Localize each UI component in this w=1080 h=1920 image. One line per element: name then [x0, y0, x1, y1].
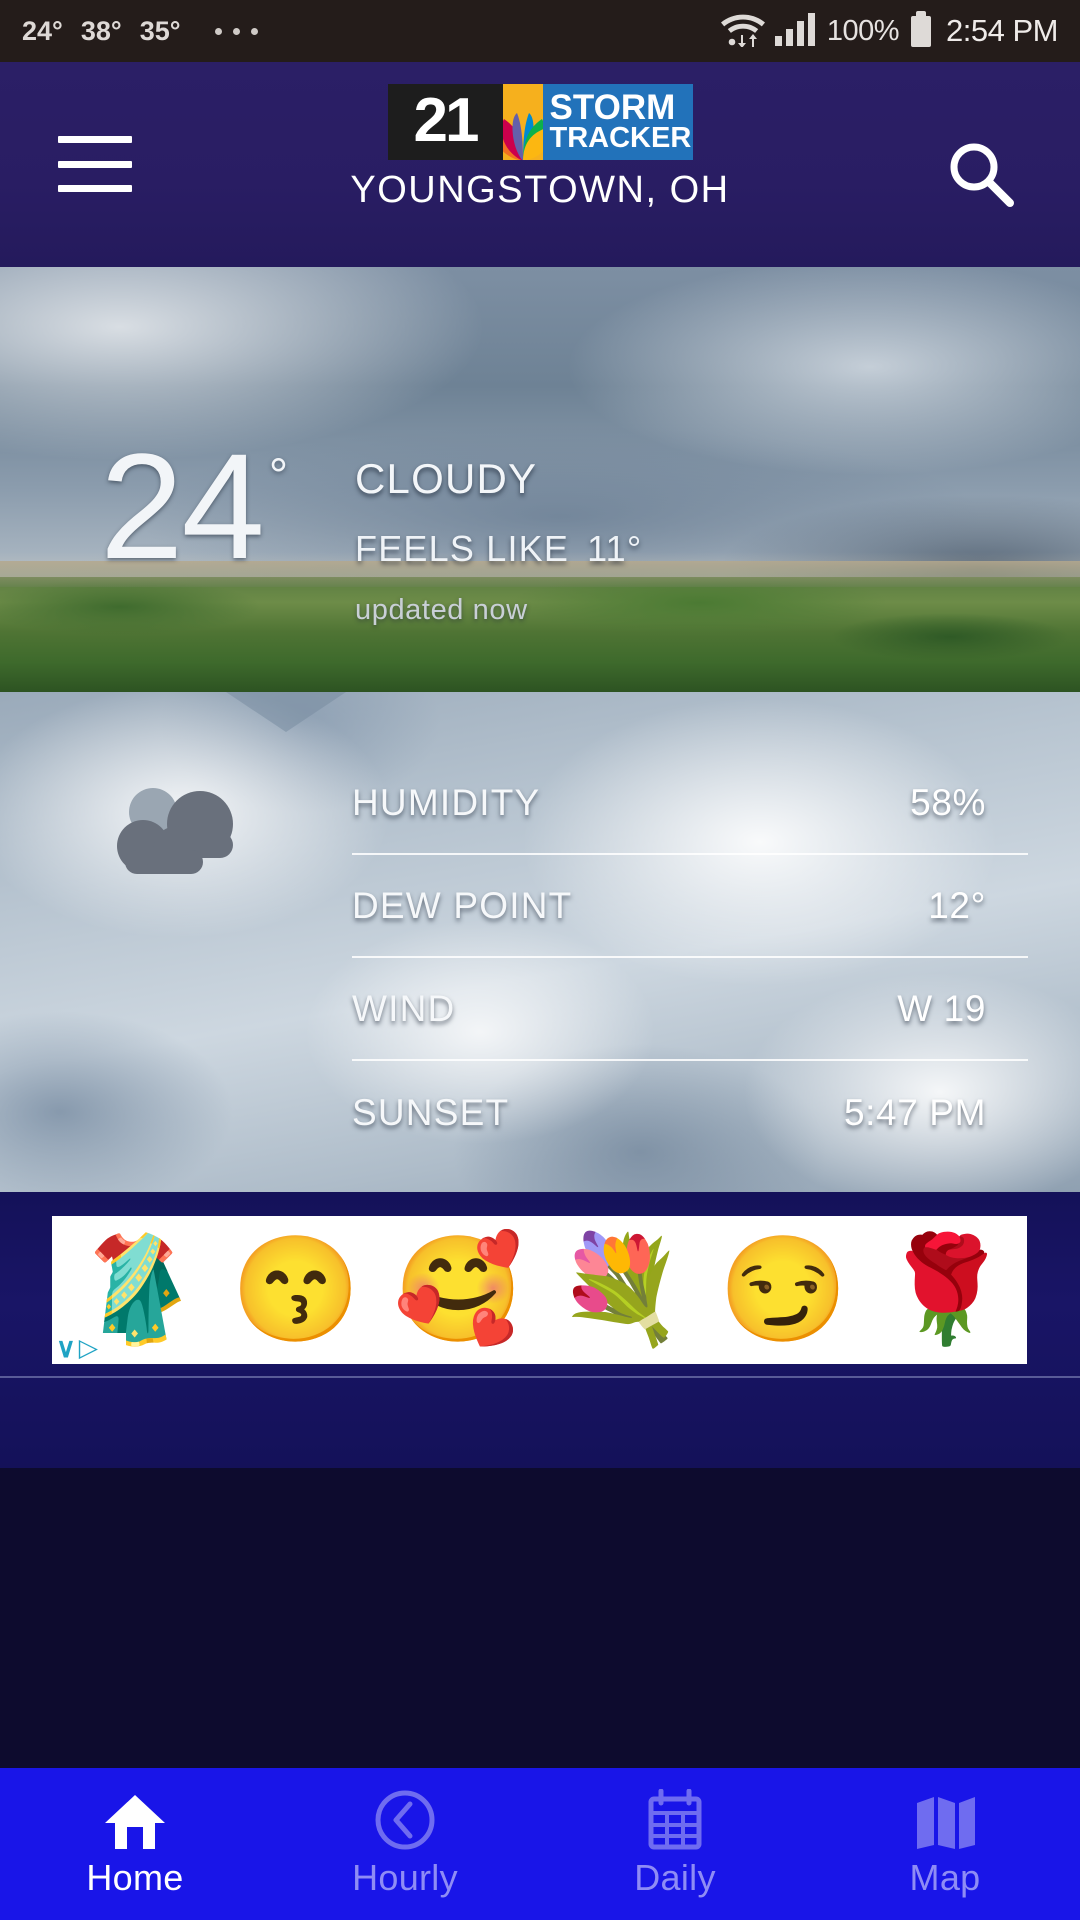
ad-banner[interactable]: 🥻 😙 🥰 💐 😏 🌹 — [52, 1216, 1027, 1364]
status-bar-temperatures: 24° 38° 35° — [22, 16, 181, 47]
ad-emoji: 😏 — [718, 1232, 849, 1348]
feels-like-value: 11° — [587, 528, 643, 569]
status-temp-low: 35° — [139, 15, 181, 46]
feels-like-label: FEELS LIKE — [355, 528, 570, 569]
cellular-signal-icon — [774, 12, 817, 51]
logo-storm-tracker-text: STORM TRACKER — [542, 84, 693, 160]
logo-channel-number: 21 — [387, 84, 503, 160]
advertisement-zone: 🥻 😙 🥰 💐 😏 🌹 ∨ ▷ — [0, 1192, 1080, 1468]
nav-item-hourly[interactable]: Hourly — [270, 1768, 540, 1920]
clock-icon — [374, 1789, 436, 1851]
current-temperature: 24 ° — [100, 422, 289, 590]
detail-label: HUMIDITY — [352, 781, 541, 823]
storm-tracker-logo: 21 STORM TRACKER — [387, 84, 693, 160]
battery-full-icon — [911, 10, 932, 47]
detail-value: 12° — [928, 884, 986, 926]
current-conditions-overlay: 24 ° CLOUDY FEELS LIKE 11° updated now — [0, 267, 1080, 692]
hero-current-conditions: 24 ° CLOUDY FEELS LIKE 11° updated now — [0, 267, 1080, 692]
ad-emoji: 🌹 — [881, 1232, 1011, 1348]
table-row[interactable]: WIND W 19 — [352, 958, 1028, 1061]
nav-label-hourly: Hourly — [352, 1857, 458, 1898]
cloudy-icon — [105, 784, 255, 889]
nbc-peacock-icon — [502, 84, 543, 160]
adchoices-icon[interactable]: ∨ ▷ — [52, 1333, 126, 1364]
ad-emoji: 💐 — [556, 1232, 686, 1348]
map-icon — [913, 1789, 977, 1851]
logo-line-tracker: TRACKER — [549, 122, 692, 155]
calendar-icon — [646, 1789, 704, 1851]
clock-time: 2:54 PM — [946, 13, 1058, 48]
panel-notch — [226, 692, 346, 732]
adchoices-triangle-icon: ▷ — [78, 1334, 98, 1362]
search-icon[interactable] — [944, 137, 1018, 211]
adchoices-chevron-icon: ∨ — [56, 1333, 76, 1363]
bottom-navigation-bar: Home Hourly Daily Map — [0, 1768, 1080, 1920]
ad-emoji: 😙 — [231, 1232, 361, 1348]
page-title: YOUNGSTOWN, OH — [350, 169, 730, 211]
nav-item-map[interactable]: Map — [810, 1768, 1080, 1920]
app-header: 21 STORM TRACKER YOUNGSTOWN, OH — [0, 62, 1080, 267]
home-icon — [103, 1789, 167, 1851]
detail-value: W 19 — [897, 987, 986, 1029]
status-temp-high: 38° — [80, 15, 122, 46]
detail-label: SUNSET — [352, 1091, 510, 1133]
wifi-icon — [720, 11, 765, 52]
status-bar: 24° 38° 35° 100% 2:54 PM — [0, 0, 1080, 62]
current-condition-block: CLOUDY FEELS LIKE 11° updated now — [355, 455, 642, 627]
detail-value: 5:47 PM — [844, 1091, 986, 1133]
table-row[interactable]: HUMIDITY 58% — [352, 752, 1028, 855]
table-row[interactable]: SUNSET 5:47 PM — [352, 1061, 1028, 1164]
battery-percent: 100% — [826, 14, 900, 47]
detail-label: WIND — [352, 987, 456, 1029]
ad-emoji: 🥻 — [68, 1232, 199, 1348]
current-temperature-value: 24 — [100, 422, 265, 590]
nav-item-daily[interactable]: Daily — [540, 1768, 810, 1920]
nav-label-daily: Daily — [634, 1857, 716, 1898]
more-dots-icon — [214, 27, 258, 35]
details-rows: HUMIDITY 58% DEW POINT 12° WIND W 19 SUN… — [352, 752, 1028, 1164]
nav-label-home: Home — [86, 1857, 184, 1898]
nav-label-map: Map — [909, 1857, 981, 1898]
detail-label: DEW POINT — [352, 884, 573, 926]
detail-value: 58% — [910, 781, 986, 823]
divider — [0, 1376, 1080, 1378]
current-condition-text: CLOUDY — [355, 455, 538, 502]
logo-line-storm: STORM — [549, 87, 676, 127]
feels-like-row: FEELS LIKE 11° — [355, 528, 642, 570]
app-logo: 21 STORM TRACKER YOUNGSTOWN, OH — [0, 84, 1080, 212]
status-temp-current: 24° — [22, 15, 63, 46]
last-updated-text: updated now — [355, 594, 528, 626]
nav-item-home[interactable]: Home — [0, 1768, 270, 1920]
table-row[interactable]: DEW POINT 12° — [352, 855, 1028, 958]
ad-emoji: 🥰 — [393, 1232, 524, 1348]
logo-channel-number-text: 21 — [413, 86, 480, 155]
current-details-panel: HUMIDITY 58% DEW POINT 12° WIND W 19 SUN… — [0, 692, 1080, 1192]
current-temperature-degree: ° — [268, 450, 289, 503]
status-bar-right: 100% 2:54 PM — [720, 10, 1058, 52]
